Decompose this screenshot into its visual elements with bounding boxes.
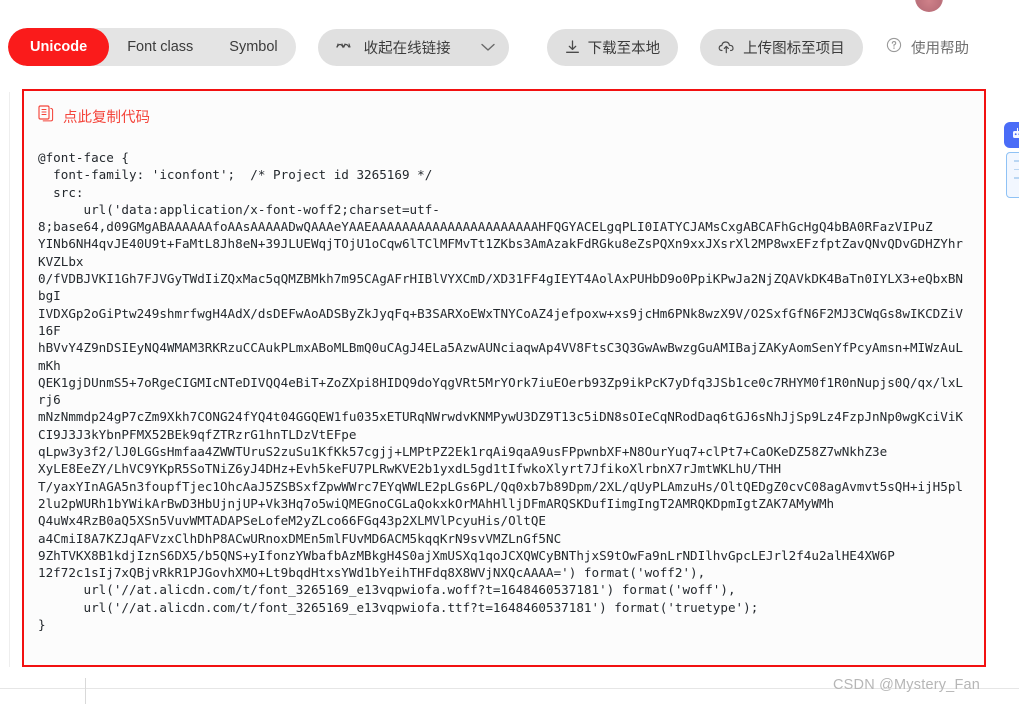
- help-link[interactable]: 使用帮助: [886, 37, 969, 58]
- copy-code-label: 点此复制代码: [63, 109, 150, 126]
- upload-icons-to-project-label: 上传图标至项目: [743, 40, 845, 57]
- upload-icons-to-project-button[interactable]: 上传图标至项目: [700, 28, 863, 66]
- download-to-local-button[interactable]: 下载至本地: [546, 28, 679, 66]
- collapse-online-link-button[interactable]: 收起在线链接: [317, 28, 509, 66]
- panel-line-icon: [1014, 177, 1019, 179]
- question-circle-icon: [886, 37, 902, 58]
- watermark: CSDN @Mystery_Fan: [833, 677, 981, 693]
- download-icon: [565, 39, 580, 55]
- upload-cloud-icon: [718, 40, 735, 54]
- tab-symbol[interactable]: Symbol: [211, 28, 295, 66]
- panel-line-icon: [1014, 168, 1019, 170]
- copy-code-button[interactable]: 点此复制代码: [24, 91, 984, 127]
- floating-side-panel[interactable]: [1006, 152, 1019, 198]
- footer-tick-mark: [85, 678, 86, 704]
- font-face-code-block[interactable]: @font-face { font-family: 'iconfont'; /*…: [24, 127, 984, 633]
- content-left-divider: [9, 92, 10, 667]
- tab-font-class[interactable]: Font class: [109, 28, 211, 66]
- robot-icon: [1011, 127, 1019, 143]
- floating-assistant-button[interactable]: [1004, 122, 1019, 148]
- chevron-down-icon[interactable]: [480, 43, 495, 52]
- link-icon: [336, 41, 356, 53]
- avatar[interactable]: [915, 0, 943, 12]
- format-segmented-control[interactable]: Unicode Font class Symbol: [8, 28, 296, 66]
- code-card: 点此复制代码 @font-face { font-family: 'iconfo…: [22, 89, 986, 667]
- download-to-local-label: 下载至本地: [587, 40, 661, 57]
- toolbar: Unicode Font class Symbol 收起在线链接 下载至本地 上…: [0, 27, 1019, 67]
- tab-unicode[interactable]: Unicode: [8, 28, 110, 66]
- collapse-online-link-label: 收起在线链接: [363, 40, 451, 57]
- help-link-label: 使用帮助: [911, 40, 969, 57]
- copy-document-icon: [38, 105, 54, 127]
- panel-line-icon: [1014, 160, 1019, 162]
